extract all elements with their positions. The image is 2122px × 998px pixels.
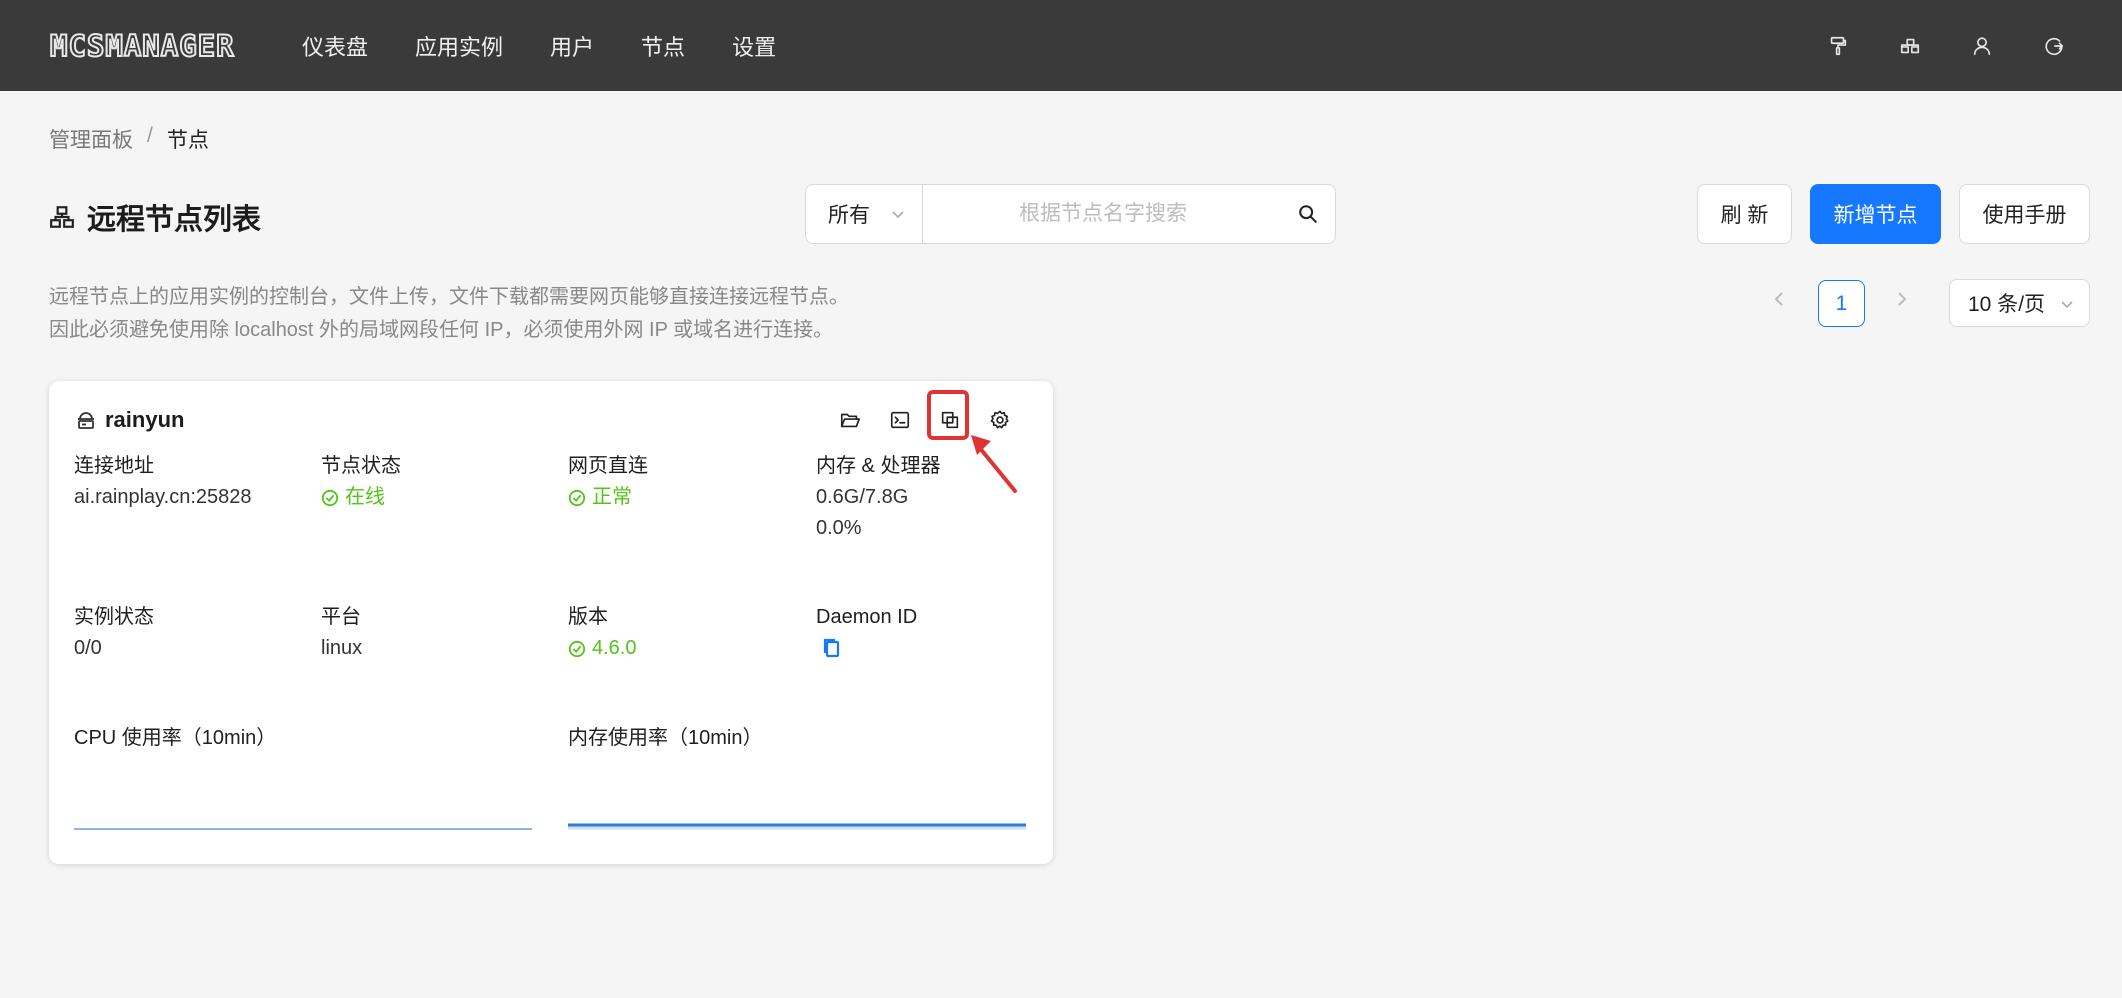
page-size-value: 10 条/页	[1968, 293, 2046, 316]
add-node-button[interactable]: 新增节点	[1810, 184, 1941, 244]
breadcrumb-current: 节点	[166, 129, 209, 152]
instances-label: 实例状态	[74, 606, 154, 628]
manual-button[interactable]: 使用手册	[1959, 184, 2090, 244]
node-status-value: 在线	[321, 482, 401, 513]
pagination-page-1[interactable]: 1	[1818, 280, 1865, 327]
resources-label: 内存 & 处理器	[816, 455, 941, 477]
status-filter-value: 所有	[828, 204, 870, 227]
field-resources: 内存 & 处理器 0.6G/7.8G 0.0%	[816, 451, 940, 544]
memory-usage-chart	[568, 823, 1026, 830]
page-size-select[interactable]: 10 条/页	[1949, 279, 2090, 327]
highlight-annotation	[927, 390, 969, 440]
node-name: rainyun	[105, 407, 185, 432]
field-platform: 平台 linux	[321, 602, 362, 664]
page-title: 远程节点列表	[49, 196, 261, 238]
check-circle-icon	[568, 640, 586, 657]
description-line-2: 因此必须避免使用除 localhost 外的局域网段任何 IP，必须使用外网 I…	[49, 319, 834, 341]
daemon-id-label: Daemon ID	[816, 606, 918, 628]
node-status-text: 在线	[345, 486, 385, 508]
nav-item-dashboard[interactable]: 仪表盘	[302, 30, 368, 62]
web-direct-text: 正常	[592, 486, 632, 508]
field-node-status: 节点状态 在线	[321, 451, 401, 513]
search-icon[interactable]	[1297, 203, 1319, 225]
logout-icon[interactable]	[2041, 33, 2067, 59]
pagination-next-icon[interactable]	[1892, 290, 1914, 312]
search-box	[922, 184, 1336, 244]
copy-daemon-id-icon[interactable]	[822, 637, 844, 661]
check-circle-icon	[568, 489, 586, 506]
cluster-icon[interactable]	[1897, 33, 1923, 59]
web-direct-label: 网页直连	[568, 455, 648, 477]
field-web-direct: 网页直连 正常	[568, 451, 648, 513]
folder-open-icon[interactable]	[835, 405, 865, 435]
logo-text: MCSMANAGER	[49, 28, 235, 64]
instances-value: 0/0	[74, 637, 102, 659]
node-card: rainyun 连接地址 ai.rainplay.cn:25828 节点状态 在…	[49, 381, 1053, 864]
breadcrumb: 管理面板 / 节点	[49, 124, 209, 154]
cpu-chart-title: CPU 使用率（10min）	[74, 727, 277, 749]
field-version: 版本 4.6.0	[568, 602, 636, 664]
annotation-arrow-icon	[971, 435, 1017, 493]
version-label: 版本	[568, 606, 608, 628]
web-direct-value: 正常	[568, 482, 648, 513]
page-description: 远程节点上的应用实例的控制台，文件上传，文件下载都需要网页能够直接连接远程节点。…	[49, 281, 849, 347]
node-card-title: rainyun	[74, 407, 184, 433]
cloud-server-icon	[78, 412, 94, 429]
page-title-text: 远程节点列表	[87, 204, 262, 236]
version-text: 4.6.0	[592, 637, 637, 659]
top-navbar: MCSMANAGER 仪表盘 应用实例 用户 节点 设置	[0, 0, 2122, 91]
nav-item-nodes[interactable]: 节点	[641, 30, 685, 62]
field-daemon-id: Daemon ID	[816, 602, 917, 669]
main-nav: 仪表盘 应用实例 用户 节点 设置	[302, 0, 823, 91]
breadcrumb-parent[interactable]: 管理面板	[49, 124, 133, 154]
address-value: ai.rainplay.cn:25828	[74, 486, 252, 508]
chevron-down-icon	[892, 211, 904, 219]
cpu-value: 0.0%	[816, 517, 862, 539]
platform-value: linux	[321, 637, 363, 659]
field-address: 连接地址 ai.rainplay.cn:25828	[74, 451, 252, 513]
terminal-icon[interactable]	[885, 405, 915, 435]
description-line-1: 远程节点上的应用实例的控制台，文件上传，文件下载都需要网页能够直接连接远程节点。	[49, 286, 849, 308]
node-cluster-icon	[50, 206, 74, 228]
nav-item-settings[interactable]: 设置	[732, 30, 776, 62]
search-input[interactable]	[923, 185, 1283, 243]
address-label: 连接地址	[74, 455, 154, 477]
check-circle-icon	[321, 489, 339, 506]
cpu-usage-chart	[74, 828, 532, 830]
refresh-button[interactable]: 刷 新	[1697, 184, 1792, 244]
paint-roller-icon[interactable]	[1825, 33, 1851, 59]
field-instances: 实例状态 0/0	[74, 602, 154, 664]
breadcrumb-separator: /	[147, 124, 153, 147]
memory-chart-title: 内存使用率（10min）	[568, 727, 763, 749]
node-status-label: 节点状态	[321, 455, 401, 477]
user-icon[interactable]	[1969, 33, 1995, 59]
memory-value: 0.6G/7.8G	[816, 486, 909, 508]
version-value: 4.6.0	[568, 633, 636, 664]
status-filter-select[interactable]: 所有	[805, 184, 923, 244]
nav-item-instances[interactable]: 应用实例	[415, 30, 503, 62]
chevron-down-icon	[2061, 301, 2073, 309]
pagination-prev-icon[interactable]	[1771, 290, 1793, 312]
platform-label: 平台	[321, 606, 361, 628]
app-logo[interactable]: MCSMANAGER	[49, 28, 235, 64]
nav-item-users[interactable]: 用户	[550, 30, 594, 62]
